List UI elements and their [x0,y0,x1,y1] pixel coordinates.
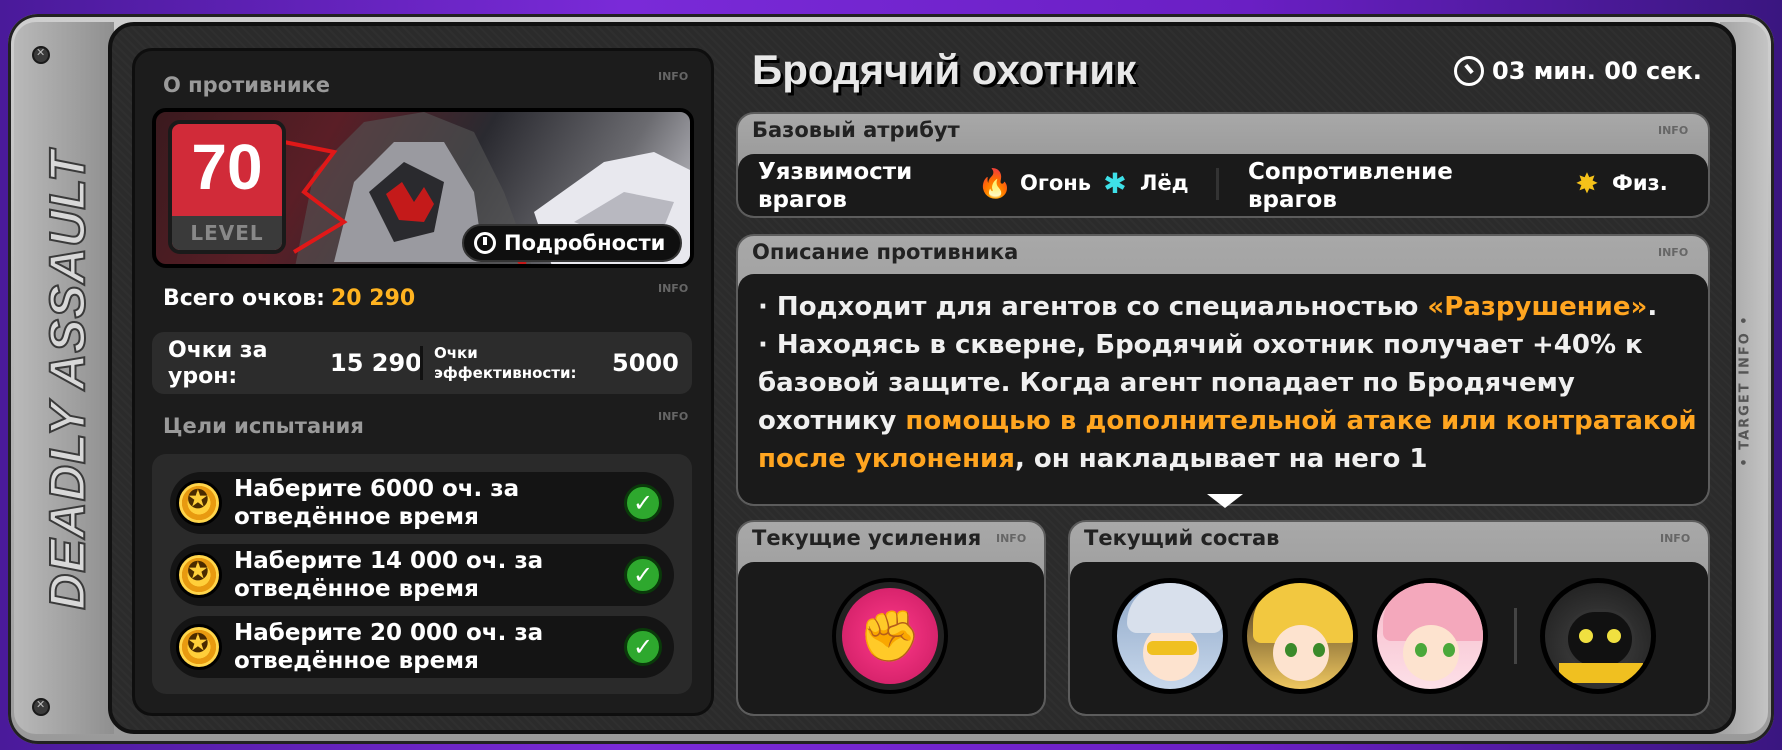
agent-3-avatar[interactable] [1372,578,1488,694]
buff-slot[interactable]: ✊ [832,578,948,694]
weakness-ice-label: Лёд [1140,171,1189,195]
desc-highlight: «Разрушение» [1427,292,1648,322]
buffs-header: Текущие усиления [752,526,982,550]
divider [1514,608,1517,664]
resist-physical: ✸ Физ. [1570,166,1668,200]
enemy-name: Бродячий охотник [752,46,1137,93]
damage-score-value: 15 290 [330,349,422,377]
attribute-header: Базовый атрибут [752,118,960,142]
total-score-value: 20 290 [330,286,416,311]
check-icon: ✓ [624,556,662,594]
info-tag: INFO [1658,124,1689,137]
clock-icon [1454,56,1484,86]
check-icon: ✓ [624,628,662,666]
goal-item: Наберите 6000 оч. за отведённое время ✓ [170,472,674,534]
resist-physical-label: Физ. [1612,171,1668,195]
level-number: 70 [191,131,263,203]
physical-icon: ✸ [1575,166,1599,200]
weakness-fire-label: Огонь [1020,171,1092,195]
resist-label: Сопротивление врагов [1248,159,1453,213]
description-panel: Описание противника INFO · Подходит для … [736,234,1710,506]
info-tag: INFO [658,282,689,295]
attribute-panel: Базовый атрибут INFO Уязвимости врагов 🔥… [736,112,1710,218]
damage-score-label: Очки за урон: [168,338,268,389]
bangboo-avatar[interactable] [1540,578,1656,694]
goal-text: Наберите 6000 оч. за отведённое время [234,476,520,530]
coin-icon [176,552,222,598]
divider [1216,168,1219,200]
coin-icon [176,480,222,526]
ice-icon: ✱ [1103,166,1127,200]
agent-1-avatar[interactable] [1112,578,1228,694]
goal-item: Наберите 14 000 оч. за отведённое время … [170,544,674,606]
info-tag: INFO [996,532,1027,545]
info-tag: INFO [1658,246,1689,259]
section-title-enemy: О противнике [163,73,331,97]
description-header: Описание противника [752,240,1019,264]
total-score: Всего очков: 20 290 [163,286,415,311]
team-header: Текущий состав [1084,526,1280,550]
screw-icon [32,46,50,64]
goal-item: Наберите 20 000 оч. за отведённое время … [170,616,674,678]
eye [1415,643,1427,657]
weakness-label: Уязвимости врагов [758,159,913,213]
score-breakdown: Очки за урон: 15 290 Очки эффективности:… [152,332,692,394]
level-badge: 70 LEVEL [168,120,286,254]
goal-text: Наберите 20 000 оч. за отведённое время [234,620,544,674]
attribute-body: Уязвимости врагов 🔥 Огонь ✱ Лёд Сопротив… [738,154,1708,216]
info-tag: INFO [658,410,689,423]
goals-list: Наберите 6000 оч. за отведённое время ✓ … [152,454,692,694]
enemy-card[interactable]: 70 LEVEL Подробности [152,108,694,268]
agent-2-avatar[interactable] [1242,578,1358,694]
screw-icon [32,698,50,716]
weakness-ice: ✱ Лёд [1098,166,1189,200]
description-text: · Подходит для агентов со специальностью… [758,288,1698,478]
total-score-label: Всего очков: [163,286,325,311]
coin-icon [176,624,222,670]
eye [1443,643,1455,657]
info-tag: INFO [1660,532,1691,545]
goal-text: Наберите 14 000 оч. за отведённое время [234,548,544,602]
weakness-fire: 🔥 Огонь [978,166,1091,200]
fire-icon: 🔥 [977,166,1013,200]
scroll-down-icon[interactable] [1207,494,1243,508]
section-title-goals: Цели испытания [163,414,364,438]
details-button[interactable]: Подробности [462,224,682,262]
efficiency-score-value: 5000 [612,349,679,377]
desc-line2-end: , он накладывает на него 1 [1014,444,1428,474]
efficiency-score-label: Очки эффективности: [434,344,577,382]
desc-line1: · Подходит для агентов со специальностью [758,292,1428,322]
desc-line1-end: . [1647,292,1658,322]
time-limit-value: 03 мин. 00 сек. [1492,57,1702,85]
fist-buff-icon: ✊ [842,588,938,684]
side-logo: DEADLY ASSAULT [39,149,97,610]
details-label: Подробности [504,231,666,255]
check-icon: ✓ [624,484,662,522]
divider [420,346,423,380]
power-icon [474,232,496,254]
info-tag: INFO [658,70,689,83]
time-limit: 03 мин. 00 сек. [1454,56,1702,86]
level-label: LEVEL [172,216,282,250]
eye [1285,643,1297,657]
eye [1313,643,1325,657]
description-body[interactable]: · Подходит для агентов со специальностью… [738,274,1708,504]
